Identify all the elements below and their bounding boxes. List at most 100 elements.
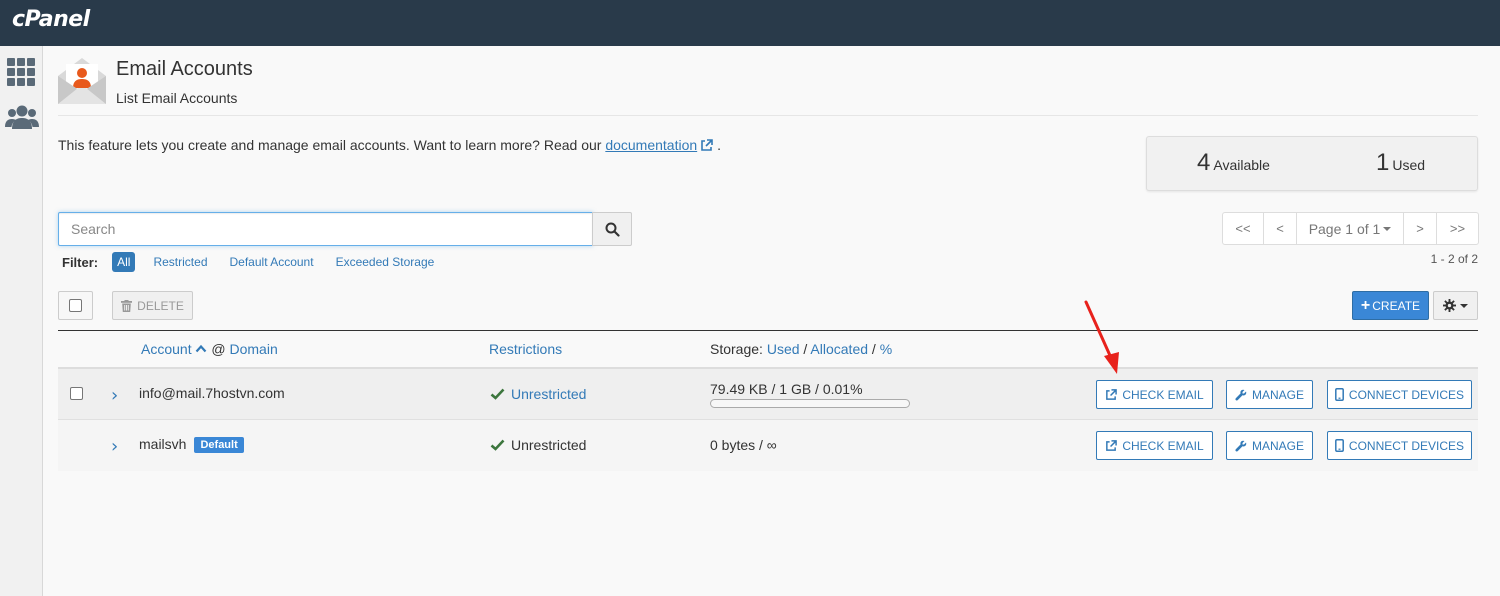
at-sign: @	[211, 341, 226, 357]
available-label: Available	[1213, 157, 1270, 173]
connect-devices-label: CONNECT DEVICES	[1348, 387, 1465, 402]
intro-suffix: .	[717, 137, 721, 153]
percent-sort-link[interactable]: %	[880, 341, 892, 357]
next-page-button[interactable]: >	[1404, 213, 1437, 244]
used-sort-link[interactable]: Used	[767, 341, 800, 357]
storage-column-header: Storage: Used / Allocated / %	[710, 341, 892, 357]
storage-label: Storage:	[710, 341, 763, 357]
delete-button[interactable]: DELETE	[112, 291, 193, 320]
check-email-button[interactable]: CHECK EMAIL	[1096, 431, 1213, 460]
documentation-link[interactable]: documentation	[605, 137, 697, 153]
top-bar: cPanel	[0, 0, 1500, 46]
domain-sort-link[interactable]: Domain	[229, 341, 277, 357]
filter-label: Filter:	[62, 254, 99, 270]
account-sort-link[interactable]: Account	[141, 341, 192, 357]
allocated-sort-link[interactable]: Allocated	[810, 341, 868, 357]
separator: /	[803, 341, 808, 357]
check-email-label: CHECK EMAIL	[1122, 387, 1204, 402]
account-name: mailsvh Default	[139, 436, 244, 453]
connect-devices-label: CONNECT DEVICES	[1348, 438, 1465, 453]
trash-icon	[121, 299, 133, 312]
page-subtitle: List Email Accounts	[116, 90, 238, 106]
expand-row-icon[interactable]: ›	[111, 436, 118, 457]
manage-button[interactable]: MANAGE	[1226, 431, 1313, 460]
default-badge: Default	[194, 437, 244, 453]
cpanel-logo[interactable]: cPanel	[12, 7, 90, 32]
table-row: › mailsvh Default Unrestricted 0 bytes / …	[58, 420, 1478, 471]
chevron-down-icon	[1383, 226, 1392, 231]
delete-label: DELETE	[137, 298, 184, 313]
plus-icon: +	[1360, 296, 1371, 314]
intro-text: This feature lets you create and manage …	[58, 137, 721, 155]
email-accounts-icon	[58, 58, 106, 104]
restrictions-column-header[interactable]: Restrictions	[489, 341, 562, 357]
grid-icon[interactable]	[5, 56, 37, 86]
last-page-button[interactable]: >>	[1437, 213, 1478, 244]
account-label: mailsvh	[139, 436, 187, 452]
create-label: CREATE	[1372, 298, 1421, 313]
connect-devices-button[interactable]: CONNECT DEVICES	[1327, 431, 1472, 460]
search-icon	[605, 222, 620, 237]
available-count: 4	[1197, 149, 1211, 176]
filter-all[interactable]: All	[112, 252, 136, 272]
separator: /	[871, 341, 876, 357]
filter-restricted[interactable]: Restricted	[153, 255, 207, 269]
first-page-button[interactable]: <<	[1223, 213, 1264, 244]
sidebar	[0, 46, 43, 596]
stats-box: 4 Available 1 Used	[1146, 136, 1478, 191]
table-top-border	[58, 330, 1478, 331]
used-label: Used	[1392, 157, 1426, 173]
filter-bar: Filter: All Restricted Default Account E…	[62, 252, 456, 272]
connect-devices-button[interactable]: CONNECT DEVICES	[1327, 380, 1472, 409]
restriction-label: Unrestricted	[511, 437, 587, 453]
external-link-icon[interactable]	[700, 139, 713, 155]
table-row: › info@mail.7hostvn.com Unrestricted 79.…	[58, 369, 1478, 420]
expand-row-icon[interactable]: ›	[111, 385, 118, 406]
search-button[interactable]	[592, 212, 632, 246]
restriction-status: Unrestricted	[490, 437, 586, 453]
intro-description: This feature lets you create and manage …	[58, 137, 606, 153]
manage-button[interactable]: MANAGE	[1226, 380, 1313, 409]
storage-usage: 0 bytes / ∞	[710, 437, 777, 453]
account-column-header[interactable]: Account @ Domain	[141, 341, 278, 357]
check-email-label: CHECK EMAIL	[1122, 438, 1204, 453]
chevron-down-icon	[1460, 303, 1468, 308]
page-title: Email Accounts	[116, 58, 253, 80]
select-all-checkbox[interactable]	[58, 291, 93, 320]
external-link-icon	[1106, 439, 1118, 451]
manage-label: MANAGE	[1251, 387, 1304, 402]
restriction-status: Unrestricted	[490, 386, 586, 402]
storage-usage: 79.49 KB / 1 GB / 0.01%	[710, 381, 863, 397]
used-count: 1	[1376, 149, 1390, 176]
mobile-icon	[1334, 388, 1344, 401]
sort-up-icon	[196, 344, 207, 353]
users-icon[interactable]	[5, 104, 39, 132]
mobile-icon	[1334, 439, 1344, 452]
settings-dropdown-button[interactable]	[1433, 291, 1478, 320]
filter-default-account[interactable]: Default Account	[230, 255, 314, 269]
search-input[interactable]	[58, 212, 593, 246]
wrench-icon	[1235, 440, 1247, 451]
checkmark-icon	[490, 388, 505, 400]
external-link-icon	[1106, 388, 1118, 400]
wrench-icon	[1235, 389, 1247, 400]
restriction-link[interactable]: Unrestricted	[511, 386, 586, 402]
row-checkbox[interactable]	[70, 387, 83, 400]
annotation-arrow-icon	[1084, 300, 1119, 374]
available-stat: 4 Available	[1197, 149, 1270, 177]
create-button[interactable]: + CREATE	[1352, 291, 1429, 320]
result-range: 1 - 2 of 2	[1430, 252, 1478, 266]
header-divider	[58, 115, 1478, 116]
filter-exceeded-storage[interactable]: Exceeded Storage	[336, 255, 435, 269]
pagination: << < Page 1 of 1 > >>	[1222, 212, 1479, 245]
checkmark-icon	[490, 439, 505, 451]
account-name: info@mail.7hostvn.com	[139, 385, 285, 401]
page-label: Page 1 of 1	[1308, 220, 1381, 237]
page-select[interactable]: Page 1 of 1	[1297, 213, 1404, 244]
gear-icon	[1443, 299, 1456, 312]
prev-page-button[interactable]: <	[1264, 213, 1297, 244]
check-email-button[interactable]: CHECK EMAIL	[1096, 380, 1213, 409]
checkbox	[69, 299, 82, 312]
storage-progress-bar	[710, 399, 910, 408]
manage-label: MANAGE	[1251, 438, 1304, 453]
